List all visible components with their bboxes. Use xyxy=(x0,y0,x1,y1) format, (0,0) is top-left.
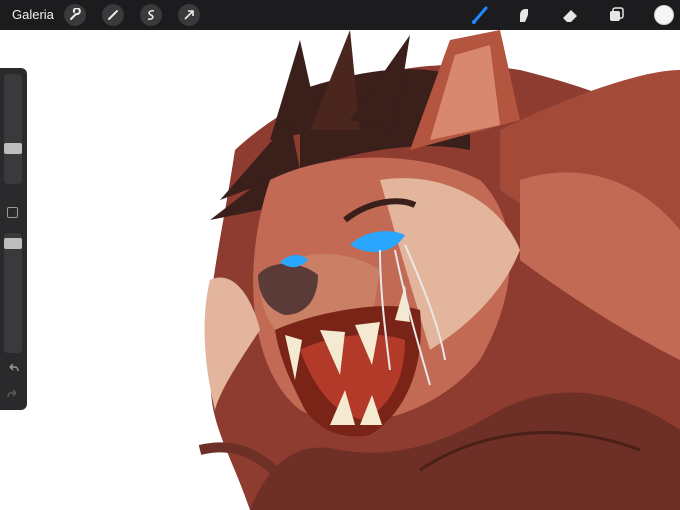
wrench-icon xyxy=(70,8,81,20)
gallery-button[interactable]: Galeria xyxy=(12,7,54,22)
top-toolbar: Galeria xyxy=(0,0,680,30)
redo-icon xyxy=(7,389,17,398)
square-icon[interactable] xyxy=(7,207,18,218)
transform-button[interactable] xyxy=(178,4,200,26)
undo-icon xyxy=(9,363,19,372)
brush-size-thumb[interactable] xyxy=(4,143,22,154)
transform-arrow-icon xyxy=(184,10,194,20)
adjustments-button[interactable] xyxy=(102,4,124,26)
eraser-icon xyxy=(563,10,577,22)
magic-wand-icon xyxy=(108,10,118,20)
selection-button[interactable] xyxy=(140,4,162,26)
actions-button[interactable] xyxy=(64,4,86,26)
brush-size-slider[interactable] xyxy=(4,74,22,184)
drawing-canvas[interactable] xyxy=(0,30,680,510)
smudge-icon xyxy=(520,9,528,22)
eraser-tool[interactable] xyxy=(558,3,582,27)
redo-button[interactable] xyxy=(6,388,20,402)
layers-icon xyxy=(610,7,624,21)
left-sidebar xyxy=(0,68,27,410)
opacity-slider[interactable] xyxy=(4,233,22,353)
opacity-thumb[interactable] xyxy=(4,238,22,249)
selection-icon xyxy=(147,10,155,20)
wolf-artwork xyxy=(198,30,680,510)
smudge-tool[interactable] xyxy=(512,3,536,27)
undo-button[interactable] xyxy=(6,362,20,376)
layers-tool[interactable] xyxy=(604,3,628,27)
color-picker[interactable] xyxy=(654,5,674,25)
brush-icon xyxy=(472,6,488,24)
brush-tool[interactable] xyxy=(468,3,492,27)
